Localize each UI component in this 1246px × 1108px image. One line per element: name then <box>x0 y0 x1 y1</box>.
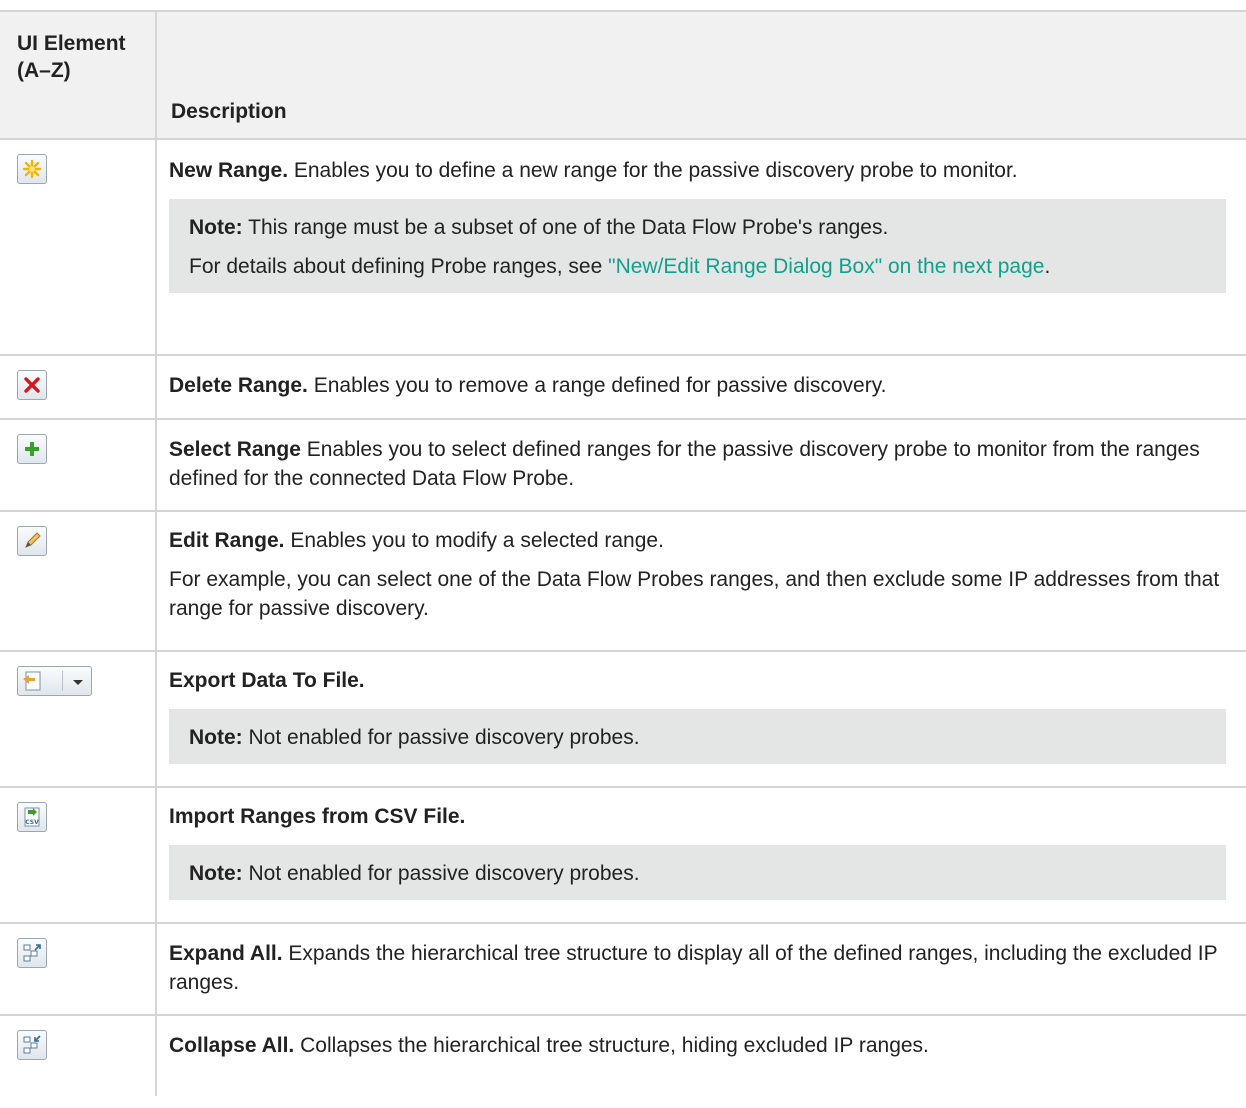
table-row: Select Range Enables you to select defin… <box>0 418 1246 510</box>
select-range-icon[interactable] <box>17 434 47 464</box>
table-row: Export Data To File. Note: Not enabled f… <box>0 650 1246 786</box>
new-edit-range-dialog-link[interactable]: "New/Edit Range Dialog Box" on the next … <box>608 255 1044 278</box>
table-row: CSV Import Ranges from CSV File. Note: N… <box>0 786 1246 922</box>
column-header-description: Description <box>171 100 287 123</box>
column-header-ui-element: UI Element (A–Z) <box>17 32 126 82</box>
row-description: Export Data To File. <box>169 666 1236 695</box>
row-title: Collapse All. <box>169 1034 295 1057</box>
note-box: Note: This range must be a subset of one… <box>169 199 1226 293</box>
row-description-extra: For example, you can select one of the D… <box>169 568 1220 620</box>
row-title: Expand All. <box>169 942 283 965</box>
table-row: Delete Range. Enables you to remove a ra… <box>0 354 1246 418</box>
delete-range-icon[interactable] <box>17 370 47 400</box>
row-description: New Range. Enables you to define a new r… <box>169 159 1018 182</box>
table-row: New Range. Enables you to define a new r… <box>0 138 1246 354</box>
chevron-down-icon[interactable] <box>73 680 83 685</box>
row-description: Delete Range. Enables you to remove a ra… <box>169 374 887 397</box>
table-row: Expand All. Expands the hierarchical tre… <box>0 922 1246 1014</box>
export-data-icon[interactable] <box>17 666 92 696</box>
row-description: Expand All. Expands the hierarchical tre… <box>169 942 1218 994</box>
note-box: Note: Not enabled for passive discovery … <box>169 709 1226 764</box>
svg-text:CSV: CSV <box>25 819 39 826</box>
note-label: Note: <box>189 726 243 749</box>
row-description: Import Ranges from CSV File. <box>169 802 1236 831</box>
note-box: Note: Not enabled for passive discovery … <box>169 845 1226 900</box>
note-label: Note: <box>189 862 243 885</box>
ui-elements-table: UI Element (A–Z) Description New Range. … <box>0 10 1246 1096</box>
row-title: Import Ranges from CSV File. <box>169 805 466 828</box>
new-range-icon[interactable] <box>17 154 47 184</box>
row-description: Select Range Enables you to select defin… <box>169 438 1200 490</box>
edit-range-icon[interactable] <box>17 526 47 556</box>
note-label: Note: <box>189 216 243 239</box>
row-description: Collapse All. Collapses the hierarchical… <box>169 1034 929 1057</box>
row-title: New Range. <box>169 159 289 182</box>
table-row: Edit Range. Enables you to modify a sele… <box>0 510 1246 650</box>
row-title: Edit Range. <box>169 529 285 552</box>
row-title: Select Range <box>169 438 301 461</box>
row-title: Delete Range. <box>169 374 308 397</box>
row-description: Edit Range. Enables you to modify a sele… <box>169 529 664 552</box>
table-header: UI Element (A–Z) Description <box>0 10 1246 138</box>
import-csv-icon[interactable]: CSV <box>17 802 47 832</box>
collapse-all-icon[interactable] <box>17 1030 47 1060</box>
row-title: Export Data To File. <box>169 669 365 692</box>
table-row: Collapse All. Collapses the hierarchical… <box>0 1014 1246 1096</box>
expand-all-icon[interactable] <box>17 938 47 968</box>
